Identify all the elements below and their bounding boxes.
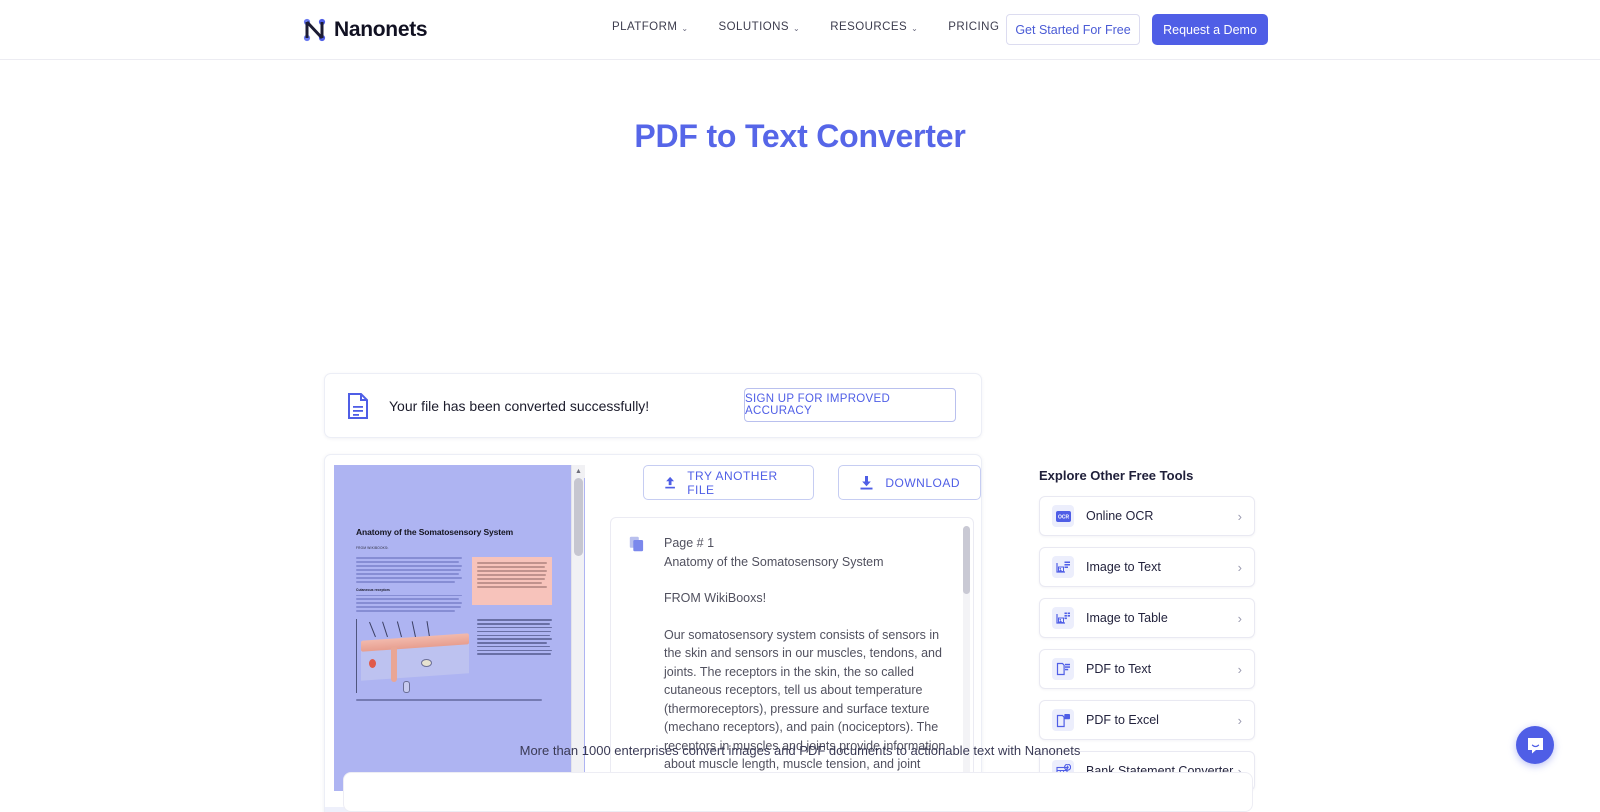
- pdf-figure-caption: [477, 619, 552, 693]
- converter-card: TRY ANOTHER FILE DOWNLOAD Anatomy of the…: [324, 454, 982, 812]
- chevron-right-icon: ›: [1237, 508, 1242, 524]
- extracted-doc-title: Anatomy of the Somatosensory System: [664, 554, 884, 569]
- tool-label: Image to Text: [1086, 560, 1161, 574]
- pdf-callout-note: [471, 557, 552, 605]
- tool-label: PDF to Text: [1086, 662, 1152, 676]
- document-icon: [348, 392, 368, 419]
- success-message: Your file has been converted successfull…: [389, 397, 650, 414]
- copy-icon[interactable]: [629, 536, 644, 552]
- nav-label: SOLUTIONS: [718, 21, 790, 33]
- nav-item-resources[interactable]: RESOURCES ⌄: [830, 21, 918, 33]
- tool-item-online-ocr[interactable]: OCR Online OCR ›: [1039, 496, 1255, 536]
- button-label: TRY ANOTHER FILE: [687, 468, 778, 497]
- pdf-doc-title: Anatomy of the Somatosensory System: [356, 527, 514, 537]
- download-button[interactable]: DOWNLOAD: [838, 465, 981, 500]
- try-another-file-button[interactable]: TRY ANOTHER FILE: [643, 465, 815, 500]
- pdf-to-text-icon: [1052, 658, 1074, 680]
- tool-item-pdf-to-excel[interactable]: PDF to Excel ›: [1039, 700, 1255, 740]
- tool-label: PDF to Excel: [1086, 713, 1159, 727]
- pdf-body-column: Cutaneous receptors: [356, 557, 462, 614]
- scroll-up-icon[interactable]: ▲: [572, 465, 585, 478]
- main-nav: PLATFORM ⌄ SOLUTIONS ⌄ RESOURCES ⌄ PRICI…: [612, 21, 999, 33]
- image-to-text-icon: [1052, 556, 1074, 578]
- chat-bubble-button[interactable]: [1516, 726, 1554, 764]
- nav-item-pricing[interactable]: PRICING: [948, 21, 999, 33]
- ocr-icon: OCR: [1052, 505, 1074, 527]
- chevron-right-icon: ›: [1237, 661, 1242, 677]
- tool-item-image-to-text[interactable]: Image to Text ›: [1039, 547, 1255, 587]
- signup-improved-accuracy-button[interactable]: SIGN UP FOR IMPROVED ACCURACY: [744, 388, 956, 422]
- nanonets-logo-icon: [303, 18, 326, 42]
- scrollbar-thumb[interactable]: [963, 526, 970, 594]
- bottom-card: [343, 772, 1253, 812]
- extracted-source-line: FROM WikiBooxs!: [664, 591, 767, 605]
- enterprise-note: More than 1000 enterprises convert image…: [519, 743, 1081, 758]
- image-to-table-icon: [1052, 607, 1074, 629]
- tool-label: Image to Table: [1086, 611, 1168, 625]
- chevron-down-icon: ⌄: [793, 23, 801, 33]
- action-buttons: TRY ANOTHER FILE DOWNLOAD: [643, 465, 981, 500]
- request-demo-button[interactable]: Request a Demo: [1152, 14, 1268, 45]
- chat-bubble-icon: [1527, 737, 1543, 753]
- pdf-section-heading: Cutaneous receptors: [356, 587, 390, 592]
- pdf-figure-area: [356, 619, 552, 694]
- logo[interactable]: Nanonets: [303, 17, 428, 43]
- chevron-right-icon: ›: [1237, 610, 1242, 626]
- extracted-page-label: Page # 1: [664, 536, 715, 550]
- pdf-footnote: [356, 699, 552, 701]
- pdf-columns: Cutaneous receptors: [356, 557, 552, 614]
- tool-label: Online OCR: [1086, 509, 1154, 523]
- nav-item-platform[interactable]: PLATFORM ⌄: [612, 21, 689, 33]
- scrollbar-thumb[interactable]: [574, 478, 583, 556]
- nav-label: RESOURCES: [830, 21, 908, 33]
- button-label: DOWNLOAD: [885, 475, 960, 490]
- chevron-down-icon: ⌄: [681, 23, 689, 33]
- chevron-right-icon: ›: [1237, 712, 1242, 728]
- nav-label: PRICING: [948, 21, 1000, 33]
- download-icon: [860, 476, 873, 490]
- svg-text:OCR: OCR: [1057, 514, 1069, 520]
- get-started-button[interactable]: Get Started For Free: [1006, 14, 1140, 45]
- upload-icon: [665, 476, 675, 489]
- extracted-paragraph: Our somatosensory system consists of sen…: [664, 627, 946, 790]
- pdf-byline: FROM WIKIBOOKS¹: [356, 546, 389, 550]
- nav-label: PLATFORM: [612, 21, 678, 33]
- pdf-to-excel-icon: [1052, 709, 1074, 731]
- success-banner: Your file has been converted successfull…: [324, 373, 982, 438]
- tool-item-image-to-table[interactable]: Image to Table ›: [1039, 598, 1255, 638]
- chevron-right-icon: ›: [1237, 559, 1242, 575]
- logo-text: Nanonets: [334, 18, 428, 41]
- nav-item-solutions[interactable]: SOLUTIONS ⌄: [719, 21, 801, 33]
- page-title: PDF to Text Converter: [634, 118, 966, 154]
- site-header: Nanonets PLATFORM ⌄ SOLUTIONS ⌄ RESOURCE…: [0, 0, 1600, 60]
- chevron-down-icon: ⌄: [911, 23, 919, 33]
- tool-item-pdf-to-text[interactable]: PDF to Text ›: [1039, 649, 1255, 689]
- tools-panel-title: Explore Other Free Tools: [1039, 468, 1194, 483]
- skin-cross-section-diagram: [356, 619, 470, 694]
